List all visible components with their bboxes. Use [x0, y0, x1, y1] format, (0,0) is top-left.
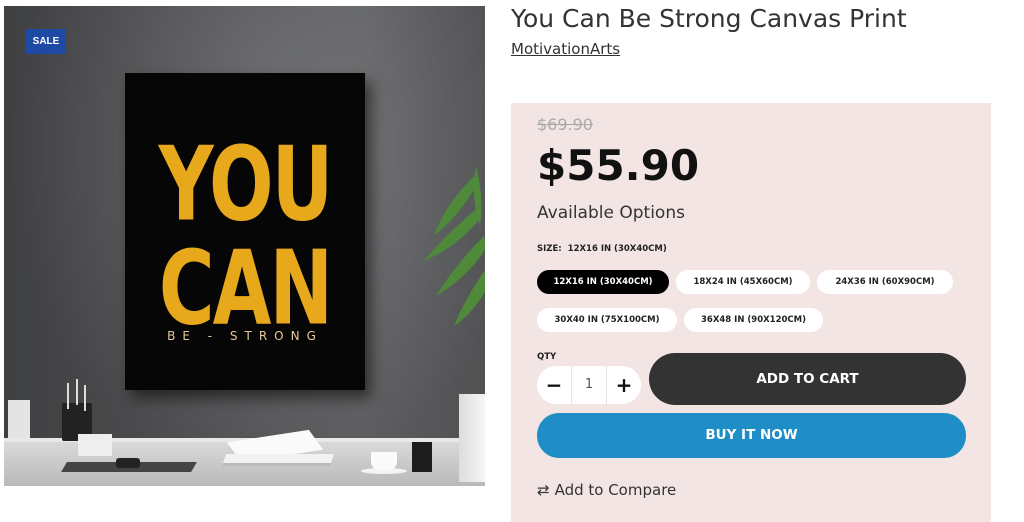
available-options-heading: Available Options: [537, 203, 685, 223]
scissors-holder-decoration: [412, 442, 432, 472]
vase-decoration: [459, 394, 485, 482]
add-to-compare-label: Add to Compare: [554, 481, 677, 499]
stapler-decoration: [116, 458, 140, 468]
book-decoration: [222, 454, 334, 466]
buy-it-now-button[interactable]: BUY IT NOW: [537, 413, 966, 458]
qty-label: QTY: [537, 352, 557, 362]
product-title: You Can Be Strong Canvas Print: [511, 4, 907, 33]
pencil: [76, 379, 78, 405]
quantity-stepper: − 1 +: [537, 366, 641, 404]
cup-decoration: [371, 452, 397, 470]
size-chip-18x24[interactable]: 18X24 IN (45X60CM): [676, 270, 810, 294]
vendor-link[interactable]: MotivationArts: [511, 40, 620, 58]
qty-increase-button[interactable]: +: [607, 366, 641, 404]
compare-arrows-icon: ⇄: [537, 481, 550, 499]
plant-decoration: [424, 166, 485, 326]
sale-badge: SALE: [26, 29, 66, 54]
size-option-label: SIZE: 12X16 IN (30X40CM): [537, 244, 667, 254]
size-chip-30x40[interactable]: 30X40 IN (75X100CM): [537, 308, 677, 332]
add-to-compare-link[interactable]: ⇄ Add to Compare: [537, 481, 676, 499]
qty-input[interactable]: 1: [571, 366, 607, 404]
size-chip-36x48[interactable]: 36X48 IN (90X120CM): [684, 308, 823, 332]
product-image[interactable]: YOU CAN BE - STRONG SALE: [4, 6, 485, 486]
size-label-text: SIZE:: [537, 244, 562, 254]
poster-text-be-strong: BE - STRONG: [167, 329, 323, 343]
canvas-print-artwork: YOU CAN BE - STRONG: [125, 73, 365, 390]
box-decoration: [78, 434, 112, 456]
size-chip-12x16[interactable]: 12X16 IN (30X40CM): [537, 270, 669, 294]
selected-size-value: 12X16 IN (30X40CM): [567, 244, 667, 254]
pencil: [67, 383, 69, 409]
size-chip-24x36[interactable]: 24X36 IN (60X90CM): [817, 270, 953, 294]
compare-at-price: $69.90: [537, 115, 593, 134]
add-to-cart-button[interactable]: ADD TO CART: [649, 353, 966, 405]
qty-decrease-button[interactable]: −: [537, 366, 571, 404]
buy-panel: $69.90 $55.90 Available Options SIZE: 12X…: [511, 103, 991, 522]
poster-text-you: YOU: [158, 123, 334, 244]
pencil: [84, 385, 86, 411]
sale-price: $55.90: [537, 141, 700, 190]
